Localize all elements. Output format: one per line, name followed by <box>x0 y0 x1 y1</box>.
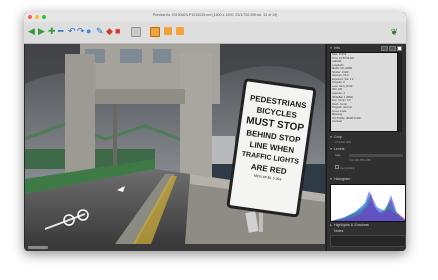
add-icon[interactable]: ✚ <box>48 26 56 37</box>
channel-select[interactable]: Gray <box>335 154 340 157</box>
checkbox-label: Live scrolling <box>340 167 355 170</box>
panel-mini-buttons[interactable] <box>381 46 402 51</box>
remove-icon[interactable]: ━ <box>58 26 63 37</box>
section-notes[interactable]: ▸Notes <box>328 228 406 234</box>
leaf-icon: ❦ <box>390 27 398 37</box>
info-list[interactable]: Date: 3/4/19 Time: 12:53:54 AM Latitude:… <box>330 52 398 132</box>
levels-values[interactable]: 0 10 100 255 0 255 <box>349 159 371 162</box>
section-label: Levels <box>334 147 345 151</box>
info-icon[interactable]: ● <box>86 26 91 37</box>
status-bar <box>25 244 325 251</box>
histogram-plot <box>331 191 405 221</box>
checkbox-icon <box>335 165 339 169</box>
section-label: Notes <box>334 229 344 233</box>
section-label: Highlights & Shadows <box>334 223 369 227</box>
arrow-right-icon[interactable]: ▶ <box>38 26 45 37</box>
grid-view-icon[interactable] <box>187 27 197 37</box>
compare-view-icon[interactable] <box>164 27 172 35</box>
window-title: Preview for 20190403-P1010019.nrd (1600 … <box>152 13 278 17</box>
single-view-icon[interactable] <box>150 27 160 37</box>
section-label: Histogram <box>334 177 351 181</box>
section-histogram[interactable]: ▾ Histogram <box>328 176 406 182</box>
tag-icon[interactable]: ◆ <box>106 26 113 37</box>
zoom-slider[interactable] <box>28 246 48 249</box>
film-view-icon[interactable] <box>176 27 184 35</box>
rotate-right-icon[interactable]: ↷ <box>77 26 85 37</box>
section-label: Crop <box>334 135 342 139</box>
edit-icon[interactable]: ✎ <box>96 26 104 37</box>
section-crop[interactable]: ▾ Crop <box>328 134 406 140</box>
sign-text: PEDESTRIANS BICYCLES MUST STOP BEHIND ST… <box>229 91 316 187</box>
notes-field[interactable] <box>330 235 406 247</box>
toolbar: ◀ ▶ ✚ ━ ↶ ↷ ● ✎ ◆ ■ ❦ <box>24 22 406 44</box>
image-preview[interactable]: PEDESTRIANS BICYCLES MUST STOP BEHIND ST… <box>25 44 325 244</box>
separator-icon <box>131 27 141 37</box>
arrow-left-icon[interactable]: ◀ <box>28 26 35 37</box>
histogram-chart <box>330 184 406 222</box>
section-levels[interactable]: ▾ Levels <box>328 146 406 152</box>
section-label: Info <box>334 46 340 50</box>
info-scrollbar[interactable] <box>398 52 402 132</box>
rotate-left-icon[interactable]: ↶ <box>68 26 76 37</box>
levels-channel[interactable]: Gray <box>335 154 340 157</box>
inspector-panel: ▾ Info Date: 3/4/19 Time: 12:53:54 AM Lat… <box>326 44 406 251</box>
levels-slider[interactable] <box>349 154 403 157</box>
section-info[interactable]: ▾ Info <box>328 45 406 51</box>
live-scrolling-checkbox[interactable]: Live scrolling <box>335 165 354 170</box>
crop-values[interactable]: 0 0 1600 1200 <box>335 141 351 144</box>
trash-icon[interactable]: ■ <box>115 26 120 37</box>
preview-window: Preview for 20190403-P1010019.nrd (1600 … <box>24 12 406 251</box>
info-row: Contrast <box>332 120 342 124</box>
